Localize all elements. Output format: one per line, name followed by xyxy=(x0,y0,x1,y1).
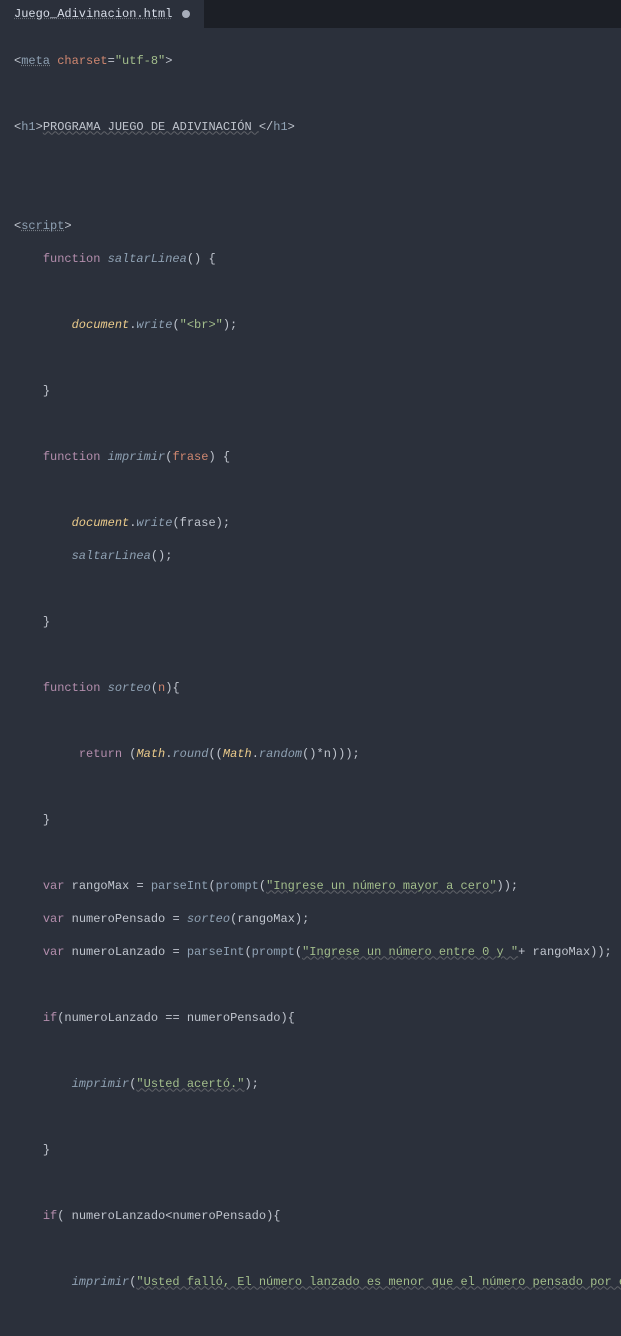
kw-var-1: var xyxy=(43,879,65,893)
tag-meta: meta xyxy=(21,54,50,68)
cond-np-2: numeroPensado xyxy=(172,1209,266,1223)
var-numeroLanzado: numeroLanzado xyxy=(72,945,166,959)
op-eqeq: == xyxy=(165,1011,179,1025)
cond-nl-1: numeroLanzado xyxy=(64,1011,158,1025)
arg-rangoMax: rangoMax xyxy=(237,912,295,926)
fn-random: random xyxy=(259,747,302,761)
kw-if-1: if xyxy=(43,1011,57,1025)
obj-math-1: Math xyxy=(136,747,165,761)
call-sorteo: sorteo xyxy=(187,912,230,926)
var-numeroPensado: numeroPensado xyxy=(72,912,166,926)
arg-n: n xyxy=(324,747,331,761)
kw-function-3: function xyxy=(43,681,101,695)
op-plus: + xyxy=(518,945,525,959)
cond-np-1: numeroPensado xyxy=(187,1011,281,1025)
h1-text: PROGRAMA JUEGO DE ADIVINACIÓN xyxy=(43,120,259,134)
attr-charset: charset xyxy=(57,54,107,68)
str-br: "<br>" xyxy=(180,318,223,332)
op-star: * xyxy=(317,747,324,761)
tag-h1-close: h1 xyxy=(273,120,287,134)
modified-dot-icon xyxy=(182,10,190,18)
tab-bar: Juego_Adivinacion.html xyxy=(0,0,621,28)
arg-frase: frase xyxy=(180,516,216,530)
tab-active[interactable]: Juego_Adivinacion.html xyxy=(0,0,205,28)
fn-round: round xyxy=(172,747,208,761)
call-imprimir-1: imprimir xyxy=(72,1077,130,1091)
fn-write-1: write xyxy=(136,318,172,332)
fn-parseInt-2: parseInt xyxy=(187,945,245,959)
charset-value: "utf-8" xyxy=(115,54,165,68)
param-n: n xyxy=(158,681,165,695)
call-saltarLinea: saltarLinea xyxy=(72,549,151,563)
kw-return: return xyxy=(79,747,122,761)
tab-title: Juego_Adivinacion.html xyxy=(14,7,172,21)
kw-if-2: if xyxy=(43,1209,57,1223)
fn-parseInt-1: parseInt xyxy=(151,879,209,893)
obj-math-2: Math xyxy=(223,747,252,761)
kw-var-3: var xyxy=(43,945,65,959)
obj-document-1: document xyxy=(72,318,130,332)
str-prompt2a: "Ingrese un número entre 0 y " xyxy=(302,945,518,959)
arg-rangoMax-2: rangoMax xyxy=(533,945,591,959)
kw-function-1: function xyxy=(43,252,101,266)
obj-document-2: document xyxy=(72,516,130,530)
var-rangoMax: rangoMax xyxy=(72,879,130,893)
fn-imprimir: imprimir xyxy=(108,450,166,464)
tag-h1-open: h1 xyxy=(21,120,35,134)
op-lt: < xyxy=(165,1209,172,1223)
cond-nl-2: numeroLanzado xyxy=(72,1209,166,1223)
str-menor: "Usted falló, El número lanzado es menor… xyxy=(136,1275,621,1289)
code-editor[interactable]: <meta charset="utf-8"> <h1>PROGRAMA JUEG… xyxy=(0,28,621,1336)
fn-prompt-1: prompt xyxy=(216,879,259,893)
fn-saltarLinea: saltarLinea xyxy=(108,252,187,266)
param-frase: frase xyxy=(172,450,208,464)
kw-var-2: var xyxy=(43,912,65,926)
fn-sorteo: sorteo xyxy=(108,681,151,695)
fn-prompt-2: prompt xyxy=(252,945,295,959)
str-acerto: "Usted acertó." xyxy=(136,1077,244,1091)
call-imprimir-2: imprimir xyxy=(72,1275,130,1289)
fn-write-2: write xyxy=(136,516,172,530)
kw-function-2: function xyxy=(43,450,101,464)
str-prompt1: "Ingrese un número mayor a cero" xyxy=(266,879,496,893)
tag-script-open: script xyxy=(21,219,64,233)
